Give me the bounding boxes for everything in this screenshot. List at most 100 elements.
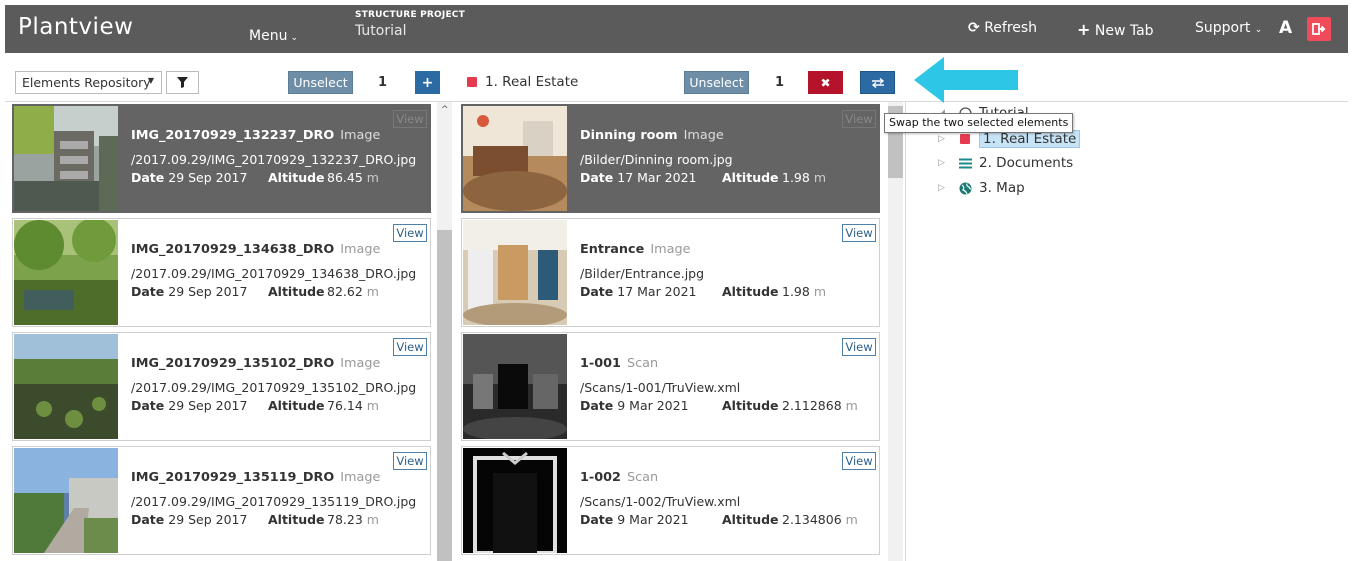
left-unselect-button[interactable]: Unselect [288,71,353,94]
tree-item-documents[interactable]: ▷ 2. Documents [938,155,1073,171]
date-value: 9 Mar 2021 [613,398,689,413]
font-size-button[interactable]: A [1279,18,1292,38]
item-path: /2017.09.29/IMG_20170929_132237_DRO.jpg [131,152,417,167]
current-folder: 1. Real Estate [467,74,578,90]
support-label: Support [1195,20,1251,36]
support-dropdown[interactable]: Support ⌄ [1195,20,1262,36]
view-button[interactable]: View [393,224,427,242]
altitude-label: Altitude [722,512,779,527]
date-value: 9 Mar 2021 [613,512,689,527]
refresh-button[interactable]: ⟳ Refresh [968,20,1037,36]
view-button[interactable]: View [393,110,427,128]
thumbnail-image [463,448,567,553]
logout-button[interactable] [1307,17,1331,41]
list-item[interactable]: IMG_20170929_134638_DRO Image/2017.09.29… [12,218,431,327]
item-type: Image [336,128,381,143]
date-value: 29 Sep 2017 [164,398,248,413]
app-brand[interactable]: Plantview [18,14,133,40]
item-title: 1-002 Scan [580,470,658,485]
altitude-value: 1.98 m [782,284,826,299]
altitude-value: 78.23 m [327,512,379,527]
view-button[interactable]: View [842,224,876,242]
list-item[interactable]: Entrance Image/Bilder/Entrance.jpg Date 1… [461,218,880,327]
left-scrollbar-thumb[interactable] [437,230,452,561]
filter-button[interactable] [166,71,199,94]
new-tab-label: New Tab [1094,23,1154,39]
item-name: 1-001 [580,356,621,371]
remove-button[interactable]: ✖ [808,71,843,94]
altitude-label: Altitude [268,170,325,185]
list-item[interactable]: Dinning room Image/Bilder/Dinning room.j… [461,104,880,213]
chevron-down-icon: ⌄ [1254,25,1263,35]
globe-icon [957,182,973,195]
item-meta: Date 29 Sep 2017 Altitude 78.23 m [131,512,379,527]
logout-icon [1312,23,1326,35]
item-meta: Date 17 Mar 2021 Altitude 1.98 m [580,284,826,299]
thumbnail-image [463,220,567,325]
menu-dropdown[interactable]: Menu ⌄ [249,28,298,44]
view-button[interactable]: View [393,452,427,470]
new-tab-button[interactable]: + New Tab [1077,20,1154,39]
mid-scrollbar[interactable] [888,102,903,561]
altitude-label: Altitude [722,284,779,299]
red-square-icon [467,77,477,87]
left-scrollbar[interactable]: ^ [437,102,452,561]
list-item[interactable]: 1-001 Scan/Scans/1-001/TruView.xml Date 9… [461,332,880,441]
thumbnail-image [14,448,118,553]
plus-icon: + [421,74,434,91]
view-button[interactable]: View [842,338,876,356]
project-name: Tutorial [355,23,407,39]
expand-icon[interactable]: ▷ [938,134,957,144]
date-label: Date [131,512,165,527]
list-item[interactable]: IMG_20170929_135102_DRO Image/2017.09.29… [12,332,431,441]
item-path: /2017.09.29/IMG_20170929_134638_DRO.jpg [131,266,417,281]
item-title: IMG_20170929_135119_DRO Image [131,470,380,485]
scroll-up-icon[interactable]: ^ [441,105,449,115]
altitude-label: Altitude [722,398,779,413]
altitude-label: Altitude [268,398,325,413]
item-type: Image [679,128,724,143]
expand-icon[interactable]: ▷ [938,183,957,193]
swap-tooltip: Swap the two selected elements [884,113,1074,133]
view-button[interactable]: View [393,338,427,356]
altitude-unit: m [366,398,379,413]
item-meta: Date 29 Sep 2017 Altitude 82.62 m [131,284,379,299]
view-button[interactable]: View [842,110,876,128]
item-name: IMG_20170929_134638_DRO [131,242,335,257]
altitude-value: 2.134806 m [782,512,858,527]
refresh-label: Refresh [984,20,1038,36]
swap-button[interactable] [860,71,895,94]
thumbnail-image [14,220,118,325]
altitude-unit: m [366,170,379,185]
add-button[interactable]: + [415,71,440,94]
repository-select[interactable]: Elements Repository ▼ [15,71,162,94]
thumbnail-image [14,334,118,439]
item-type: Image [646,242,691,257]
close-icon: ✖ [820,75,831,90]
item-name: Dinning room [580,128,678,143]
date-value: 29 Sep 2017 [164,512,248,527]
item-title: IMG_20170929_132237_DRO Image [131,128,380,143]
item-name: Entrance [580,242,645,257]
item-path: /Scans/1-001/TruView.xml [580,380,741,395]
view-button[interactable]: View [842,452,876,470]
item-type: Image [336,470,381,485]
date-value: 29 Sep 2017 [164,170,248,185]
item-title: IMG_20170929_135102_DRO Image [131,356,380,371]
item-path: /Bilder/Entrance.jpg [580,266,705,281]
altitude-unit: m [366,284,379,299]
thumbnail-image [14,106,118,211]
item-title: Dinning room Image [580,128,724,143]
highlight-arrow-icon [914,57,1018,103]
list-item[interactable]: 1-002 Scan/Scans/1-002/TruView.xml Date 9… [461,446,880,555]
expand-icon[interactable]: ▷ [938,158,957,168]
left-selected-count: 1 [378,75,388,90]
list-item[interactable]: IMG_20170929_135119_DRO Image/2017.09.29… [12,446,431,555]
date-label: Date [580,512,614,527]
item-name: IMG_20170929_132237_DRO [131,128,335,143]
mid-unselect-button[interactable]: Unselect [684,71,749,94]
thumbnail-image [463,334,567,439]
list-item[interactable]: IMG_20170929_132237_DRO Image/2017.09.29… [12,104,431,213]
tree-item-map[interactable]: ▷ 3. Map [938,180,1025,196]
item-meta: Date 17 Mar 2021 Altitude 1.98 m [580,170,826,185]
